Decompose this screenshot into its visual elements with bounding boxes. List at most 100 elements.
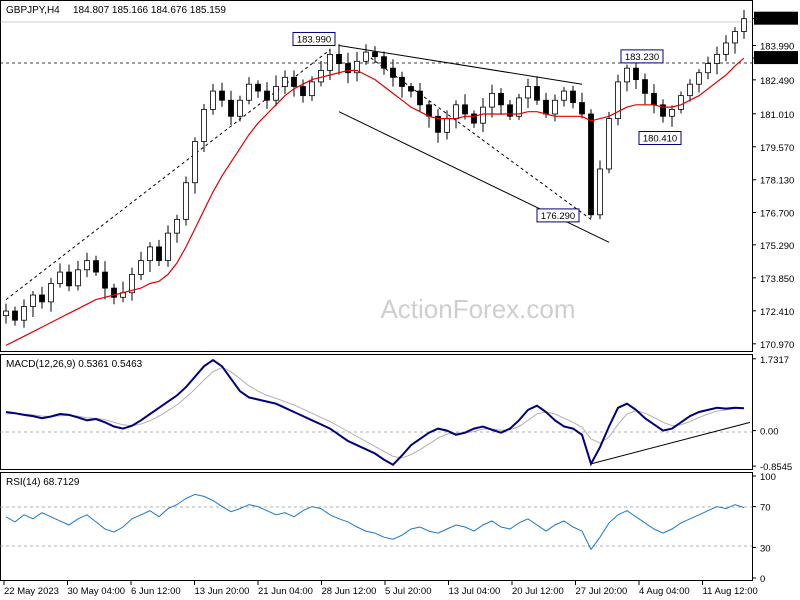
- candle-body: [228, 99, 234, 117]
- rsi-panel-frame: [0, 472, 753, 581]
- candle-body: [696, 72, 702, 85]
- moving-average-line: [5, 57, 745, 346]
- price-tag-label: 185.159: [760, 15, 794, 26]
- candle-body: [687, 83, 693, 97]
- candle-body: [678, 95, 684, 110]
- candle-body: [534, 86, 540, 101]
- rsi-tick-label: 100: [760, 472, 776, 483]
- candle-body: [408, 86, 414, 92]
- time-tick-label: 30 May 04:00: [68, 586, 126, 597]
- price-tick-label: 173.850: [760, 274, 794, 285]
- candle-body: [291, 76, 297, 87]
- price-tick-label: 178.130: [760, 176, 794, 187]
- candle-body: [543, 99, 549, 115]
- candle-body: [498, 92, 504, 106]
- candle-body: [30, 294, 36, 307]
- time-tick-label: 4 Aug 04:00: [639, 586, 690, 597]
- price-annotations: 183.990 183.230 180.410 176.290: [292, 31, 682, 223]
- candle-body: [381, 56, 387, 69]
- price-annotation-label: 183.990: [297, 34, 331, 45]
- time-tick-label: 28 Jun 12:00: [322, 586, 377, 597]
- candle-body: [183, 182, 189, 220]
- candle-body: [606, 118, 612, 170]
- candle-body: [714, 54, 720, 64]
- rsi-line-group: [5, 493, 745, 551]
- rsi-line: [5, 493, 745, 551]
- price-tick-label: 176.700: [760, 209, 794, 220]
- price-tick-label: 182.490: [760, 76, 794, 87]
- trendlines: [5, 44, 751, 465]
- candle-body: [363, 51, 369, 62]
- candle-body: [102, 271, 108, 289]
- lower-wedge-trendline: [338, 111, 610, 243]
- price-annotation-label: 183.230: [625, 52, 659, 63]
- candle-body: [651, 92, 657, 106]
- candle-body: [417, 90, 423, 106]
- price-annotation-label: 176.290: [541, 211, 575, 222]
- rsi-tick-label: 30: [760, 543, 771, 554]
- candle-body: [12, 310, 18, 321]
- candle-body: [732, 31, 738, 44]
- macd-main-line: [5, 358, 745, 467]
- candle-body: [642, 79, 648, 94]
- candle-body: [462, 104, 468, 115]
- candle-body: [21, 306, 27, 321]
- macd-signal-line: [5, 366, 745, 459]
- macd-tick-label: 0.00: [760, 427, 779, 438]
- time-tick-label: 13 Jun 20:00: [195, 586, 250, 597]
- candle-body: [66, 271, 72, 287]
- candle-body: [426, 104, 432, 117]
- ohlc-label: 184.807 185.166 184.676 185.159: [73, 5, 226, 16]
- time-tick-label: 20 Jul 12:00: [512, 586, 564, 597]
- candle-body: [147, 246, 153, 262]
- candle-body: [597, 168, 603, 216]
- price-tick-label: 170.970: [760, 340, 794, 351]
- price-tags: 185.159 183.440: [754, 11, 798, 65]
- candle-body: [192, 141, 198, 184]
- candle-body: [336, 54, 342, 64]
- candle-body: [552, 99, 558, 115]
- candle-body: [201, 109, 207, 142]
- candle-body: [273, 86, 279, 101]
- watermark: ActionForex.com: [380, 294, 575, 324]
- moving-average: [5, 57, 745, 346]
- macd-axis: 1.73170.00-0.8545: [752, 355, 792, 473]
- candle-body: [75, 269, 81, 287]
- candle-body: [444, 118, 450, 133]
- time-tick-label: 27 Jul 20:00: [576, 586, 628, 597]
- candle-body: [165, 232, 171, 262]
- price-axis: 185.159 183.990 183.440 182.490 181.010 179.5…: [752, 15, 794, 351]
- candle-body: [3, 310, 9, 317]
- macd-tick-label: 1.7317: [760, 355, 789, 366]
- candle-body: [237, 99, 243, 117]
- candle-body: [219, 90, 225, 101]
- candle-body: [156, 246, 162, 262]
- candle-body: [579, 102, 585, 115]
- time-tick-label: 11 Aug 12:00: [703, 586, 758, 597]
- candle-body: [453, 104, 459, 119]
- candle-body: [300, 86, 306, 97]
- candle-body: [633, 67, 639, 81]
- time-tick-label: 6 Jun 12:00: [131, 586, 181, 597]
- candle-body: [588, 113, 594, 216]
- candle-body: [255, 83, 261, 92]
- price-tag-label: 183.440: [760, 54, 794, 65]
- symbol-label: GBPJPY,H4: [6, 5, 60, 16]
- candle-body: [570, 90, 576, 103]
- candle-body: [93, 260, 99, 273]
- candle-body: [84, 260, 90, 271]
- time-tick-label: 5 Jul 20:00: [385, 586, 431, 597]
- candle-body: [723, 42, 729, 55]
- candle-body: [669, 109, 675, 117]
- candle-body: [57, 271, 63, 284]
- price-tick-label: 179.570: [760, 143, 794, 154]
- candle-body: [741, 18, 747, 32]
- candle-body: [138, 260, 144, 275]
- time-axis: 22 May 2023 30 May 04:00 6 Jun 12:00 13 Jun…: [3, 581, 758, 597]
- candle-body: [624, 67, 630, 83]
- candle-body: [480, 106, 486, 124]
- candle-body: [210, 90, 216, 110]
- candle-body: [174, 218, 180, 234]
- rsi-axis: 100 70 30 0: [752, 472, 776, 585]
- candle-body: [372, 51, 378, 58]
